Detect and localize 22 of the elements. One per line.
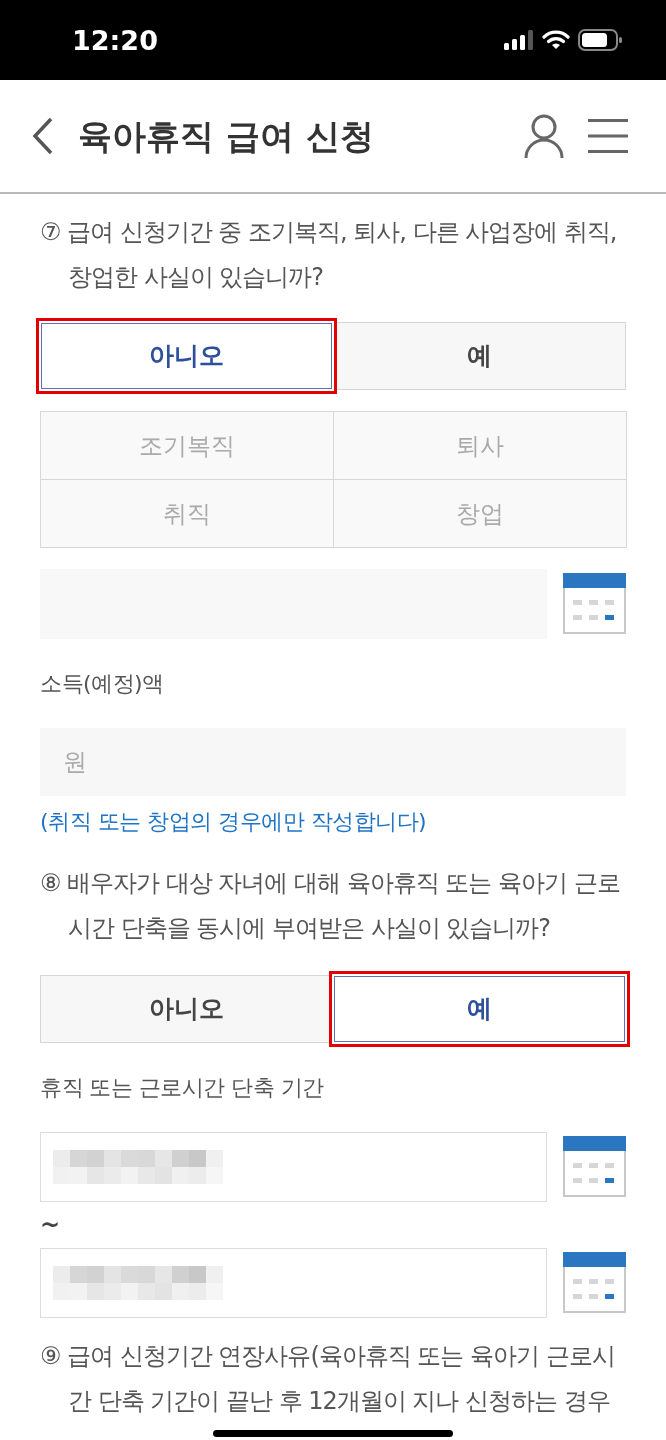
choice-button[interactable]: 아니오 [36,318,337,394]
date-field[interactable] [40,1248,547,1318]
user-icon[interactable] [524,114,564,158]
back-icon[interactable] [32,117,54,155]
question-text: ⑨ 급여 신청기간 연장사유(육아휴직 또는 육아기 근로시간 단축 기간이 끝난 후 12개월이 지나 신청하는 경우 [40,1341,616,1417]
question-text: ⑦ 급여 신청기간 중 조기복직, 퇴사, 다른 사업장에 취직, 창업한 사실이 있습니까? [40,217,618,293]
hint-text: (취직 또는 창업의 경우에만 작성합니다) [40,808,428,836]
page-title: 육아휴직 급여 신청 [78,115,374,157]
calendar-icon[interactable] [563,1136,626,1198]
date-field[interactable] [40,1132,547,1202]
signal-icon [504,30,534,50]
field-label: 휴직 또는 근로시간 단축 기간 [40,1074,325,1102]
calendar-icon[interactable] [563,1252,626,1314]
battery-icon [578,29,622,51]
choice-button[interactable]: 예 [329,971,630,1047]
question-text: ⑧ 배우자가 대상 자녀에 대해 육아휴직 또는 육아기 근로시간 단축을 동시에 부여받은 사실이 있습니까? [40,868,621,944]
wifi-icon [542,30,570,50]
status-time: 12:20 [72,26,158,54]
calendar-icon[interactable] [563,573,626,635]
range-separator: ~ [40,1210,62,1241]
menu-icon[interactable] [588,119,628,153]
field-label: 소득(예정)액 [40,670,165,698]
